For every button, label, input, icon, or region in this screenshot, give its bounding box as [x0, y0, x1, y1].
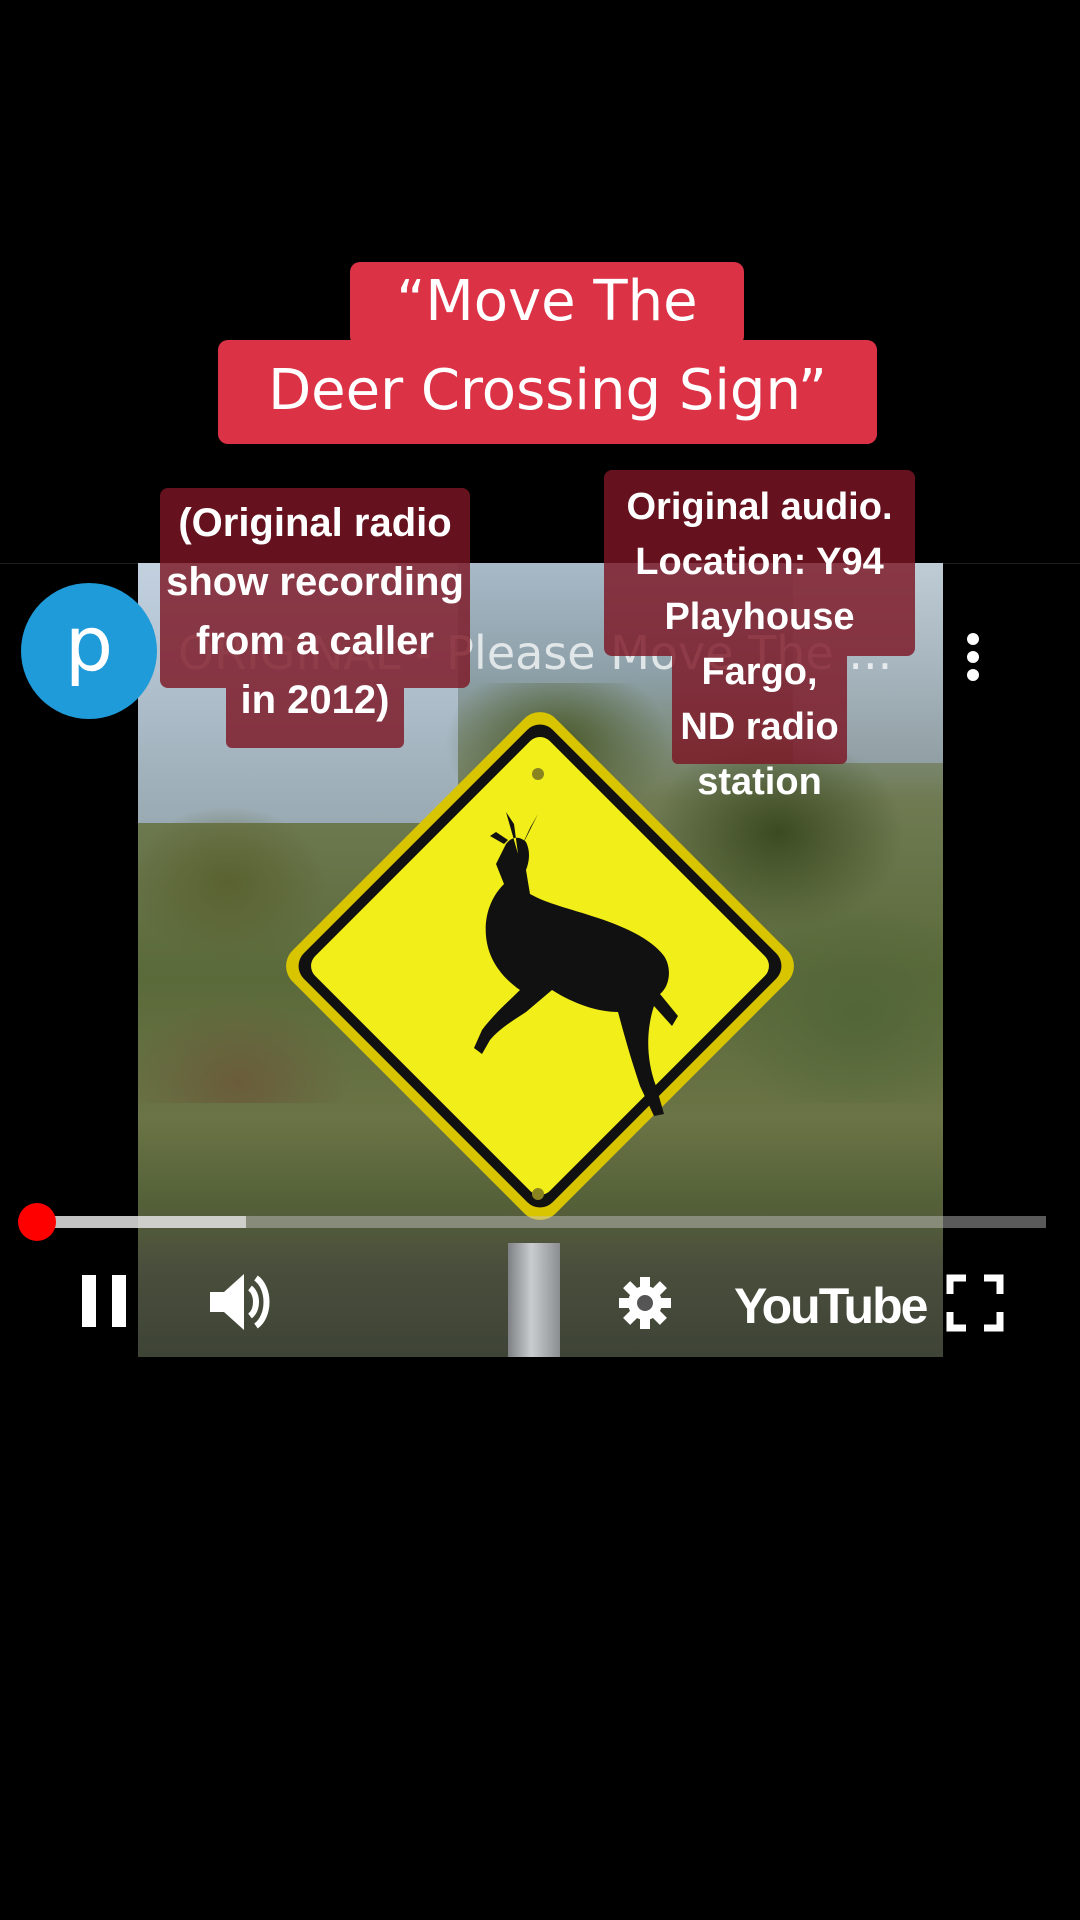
note-left-line: (Original radio — [178, 501, 452, 545]
note-right-line: Original audio. — [626, 486, 893, 528]
note-left-line: show recording — [166, 560, 464, 604]
note-left-line: in 2012) — [240, 678, 390, 722]
note-right-line: Playhouse Fargo, — [664, 596, 855, 693]
note-left-line: from a caller — [196, 619, 434, 663]
settings-gear-icon[interactable] — [618, 1276, 672, 1330]
note-right-line: Location: Y94 — [635, 541, 884, 583]
caption-line-2: Deer Crossing Sign” — [218, 340, 877, 444]
caption-line-1: “Move The — [350, 262, 744, 346]
volume-icon[interactable] — [206, 1270, 272, 1334]
youtube-logo[interactable]: YouTube — [734, 1276, 928, 1336]
sign-post — [508, 1243, 560, 1357]
note-right-text: Original audio. Location: Y94 Playhouse … — [604, 480, 915, 810]
fullscreen-icon[interactable] — [946, 1274, 1004, 1332]
note-right-line: station — [697, 761, 822, 803]
progress-scrubber[interactable] — [18, 1203, 56, 1241]
pause-icon[interactable] — [80, 1273, 128, 1329]
note-left-text: (Original radio show recording from a ca… — [160, 494, 470, 730]
note-right-line: ND radio — [680, 706, 839, 748]
more-vert-icon[interactable] — [958, 630, 988, 684]
channel-avatar[interactable]: p — [21, 583, 157, 719]
video-stage: “Move The Deer Crossing Sign” p ORIGINAL… — [0, 0, 1080, 1920]
